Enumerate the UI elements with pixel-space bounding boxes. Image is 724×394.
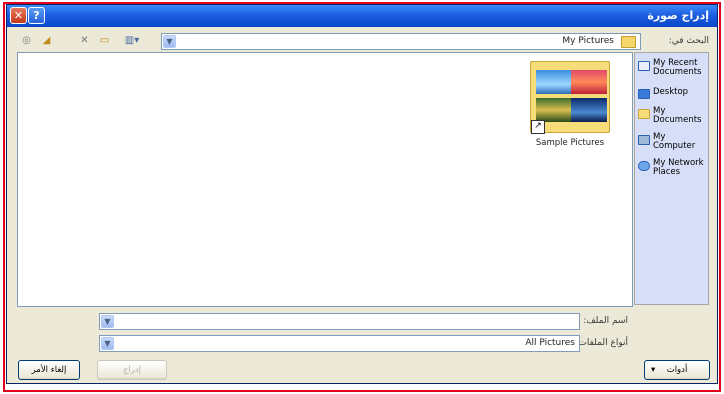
chevron-down-icon: ▾ [651, 365, 656, 375]
chevron-down-icon[interactable]: ▼ [163, 35, 176, 48]
thumbnail-preview [536, 70, 572, 94]
network-places-icon [638, 161, 650, 171]
place-label: My Computer [653, 132, 696, 151]
place-label: My Network Places [653, 158, 704, 177]
look-in-dropdown[interactable]: ▼ My Pictures [161, 33, 641, 50]
chevron-down-icon[interactable]: ▼ [101, 315, 114, 328]
file-name-label: اسم الملف: [583, 316, 628, 326]
file-name-input[interactable]: ▼ [99, 313, 580, 330]
look-in-value: My Pictures [562, 36, 614, 46]
cancel-button[interactable]: إلغاء الأمر [18, 360, 80, 380]
thumbnail-preview [571, 98, 607, 122]
insert-picture-dialog: ✕ ? إدراج صورة البحث في: ▼ My Pictures ◎… [6, 4, 718, 384]
help-button[interactable]: ? [28, 7, 45, 24]
my-computer-icon [638, 135, 650, 145]
place-label: My Documents [653, 106, 702, 125]
tools-dropdown[interactable]: أدوات ▾ [644, 360, 710, 380]
desktop-icon [638, 89, 650, 99]
file-list[interactable]: ↗ Sample Pictures [17, 52, 633, 307]
thumbnail-preview [571, 70, 607, 94]
places-bar: My Recent Documents Desktop My Documents… [634, 52, 709, 305]
place-label: My Recent Documents [653, 58, 702, 77]
window-title: إدراج صورة [647, 9, 709, 22]
place-recent-documents[interactable]: My Recent Documents [638, 59, 708, 89]
chevron-down-icon[interactable]: ▼ [101, 337, 114, 350]
title-bar: ✕ ? إدراج صورة [7, 5, 717, 27]
views-menu-icon[interactable]: ▥▾ [119, 34, 145, 48]
file-type-dropdown[interactable]: ▼ All Pictures [99, 335, 580, 352]
new-folder-icon[interactable]: ▭ [97, 34, 112, 48]
recent-documents-icon [638, 61, 650, 71]
folder-icon [621, 36, 636, 48]
delete-icon[interactable]: ✕ [77, 34, 92, 48]
close-button[interactable]: ✕ [10, 7, 27, 24]
folder-item-sample-pictures[interactable]: ↗ Sample Pictures [526, 61, 612, 153]
tools-label: أدوات [666, 365, 688, 375]
back-icon[interactable]: ◎ [19, 34, 34, 48]
place-label: Desktop [653, 87, 689, 97]
look-in-label: البحث في: [668, 36, 709, 46]
place-network[interactable]: My Network Places [638, 159, 708, 189]
my-documents-icon [638, 109, 650, 119]
file-type-value: All Pictures [525, 338, 575, 348]
folder-name: Sample Pictures [535, 138, 605, 148]
folder-icon: ↗ [530, 61, 610, 134]
file-type-label: أنواع الملفات: [575, 338, 628, 348]
shortcut-arrow-icon: ↗ [531, 120, 545, 134]
insert-button[interactable]: إدراج [97, 360, 167, 380]
thumbnail-preview [536, 98, 572, 122]
up-folder-icon[interactable]: ◢ [39, 34, 54, 48]
